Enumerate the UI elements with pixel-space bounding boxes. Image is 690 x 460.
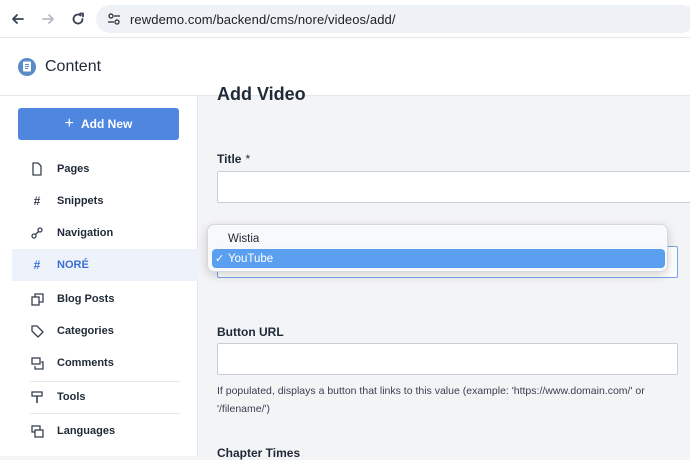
sidebar-item-pages[interactable]: Pages: [12, 153, 198, 185]
title-label-text: Title: [217, 152, 242, 166]
sidebar-item-nore[interactable]: # NORÉ: [12, 249, 198, 281]
title-input[interactable]: [217, 171, 690, 203]
video-source-dropdown[interactable]: Wistia ✓ YouTube: [207, 224, 668, 272]
dropdown-option-youtube[interactable]: ✓ YouTube: [212, 249, 665, 268]
check-icon: ✓: [215, 253, 225, 265]
address-bar[interactable]: rewdemo.com/backend/cms/nore/videos/add/: [96, 5, 690, 33]
dropdown-option-wistia[interactable]: Wistia: [212, 229, 665, 248]
page-title: Add Video: [217, 84, 306, 104]
sidebar-item-label: NORÉ: [57, 259, 89, 271]
add-new-button[interactable]: + Add New: [18, 108, 179, 140]
forward-button[interactable]: [34, 5, 62, 33]
sidebar-item-languages[interactable]: Languages: [12, 415, 198, 447]
reload-button[interactable]: [64, 5, 92, 33]
site-settings-icon[interactable]: [106, 11, 122, 27]
tag-icon: [30, 324, 44, 338]
reload-icon: [72, 12, 84, 24]
title-label: Title *: [217, 152, 250, 166]
sidebar-item-label: Categories: [57, 325, 114, 337]
chapter-times-label: Chapter Times: [217, 446, 301, 460]
sidebar-item-categories[interactable]: Categories: [12, 315, 198, 347]
browser-toolbar: rewdemo.com/backend/cms/nore/videos/add/: [0, 0, 690, 38]
sidebar-item-label: Languages: [57, 425, 116, 437]
content-logo-icon: [18, 57, 36, 76]
arrow-right-icon: [42, 13, 54, 24]
tools-icon: [30, 390, 44, 404]
main-content: Add Video Title * Button URL If populated…: [199, 84, 690, 460]
comments-icon: [30, 356, 44, 370]
url-text[interactable]: rewdemo.com/backend/cms/nore/videos/add/: [130, 12, 396, 27]
sidebar-item-label: Comments: [57, 357, 114, 369]
arrow-left-icon: [12, 13, 24, 24]
required-marker: *: [245, 152, 251, 166]
hash-icon: #: [33, 258, 41, 272]
plus-icon: +: [64, 115, 74, 132]
sidebar-item-label: Tools: [57, 391, 86, 403]
sidebar-item-blog-posts[interactable]: Blog Posts: [12, 283, 198, 315]
sidebar-divider: [30, 413, 180, 414]
sidebar-item-label: Snippets: [57, 195, 104, 207]
languages-icon: [30, 424, 44, 438]
button-url-label: Button URL: [217, 325, 284, 339]
blog-icon: [30, 292, 44, 306]
sidebar-item-label: Navigation: [57, 227, 114, 239]
link-icon: [30, 226, 44, 240]
dropdown-option-label: YouTube: [228, 252, 274, 265]
hash-icon: #: [33, 194, 41, 208]
button-url-help: If populated, displays a button that lin…: [217, 385, 645, 415]
sidebar-item-snippets[interactable]: # Snippets: [12, 185, 198, 217]
sidebar-item-label: Pages: [57, 163, 90, 175]
sidebar-item-label: Blog Posts: [57, 293, 115, 305]
app-header: Content: [0, 38, 690, 96]
sidebar-item-tools[interactable]: Tools: [12, 381, 198, 413]
add-new-label: Add New: [81, 117, 133, 131]
page-icon: [30, 162, 44, 176]
back-button[interactable]: [4, 5, 32, 33]
sidebar: + Add New Pages # Snippets Navigation # …: [0, 96, 198, 456]
sidebar-item-navigation[interactable]: Navigation: [12, 217, 198, 249]
sidebar-item-comments[interactable]: Comments: [12, 347, 198, 379]
app-title: Content: [45, 57, 102, 75]
button-url-input[interactable]: [217, 343, 678, 375]
